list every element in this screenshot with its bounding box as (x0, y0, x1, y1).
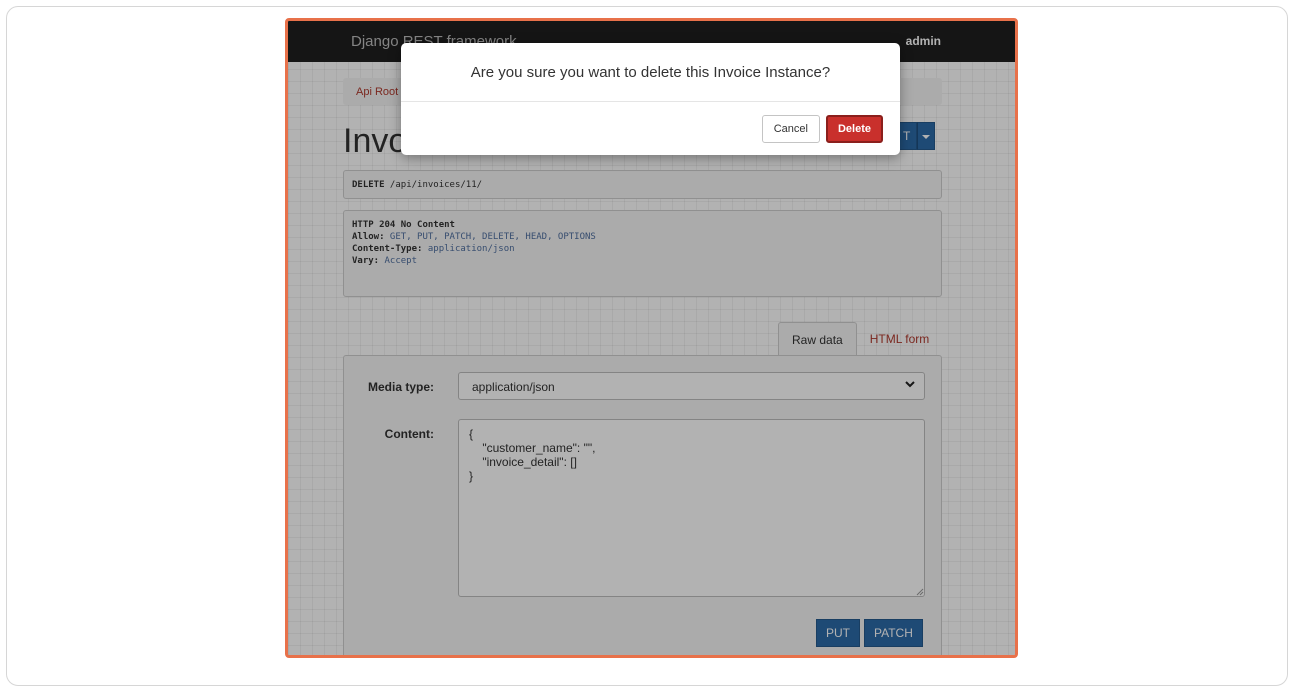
cancel-button[interactable]: Cancel (761, 115, 820, 143)
modal-footer: Cancel Delete (761, 115, 883, 143)
modal-message: Are you sure you want to delete this Inv… (401, 43, 900, 102)
highlighted-app-viewport: Django REST framework admin Api Root Inv… (285, 18, 1018, 658)
delete-confirm-modal: Are you sure you want to delete this Inv… (401, 43, 900, 155)
delete-button[interactable]: Delete (825, 115, 883, 143)
